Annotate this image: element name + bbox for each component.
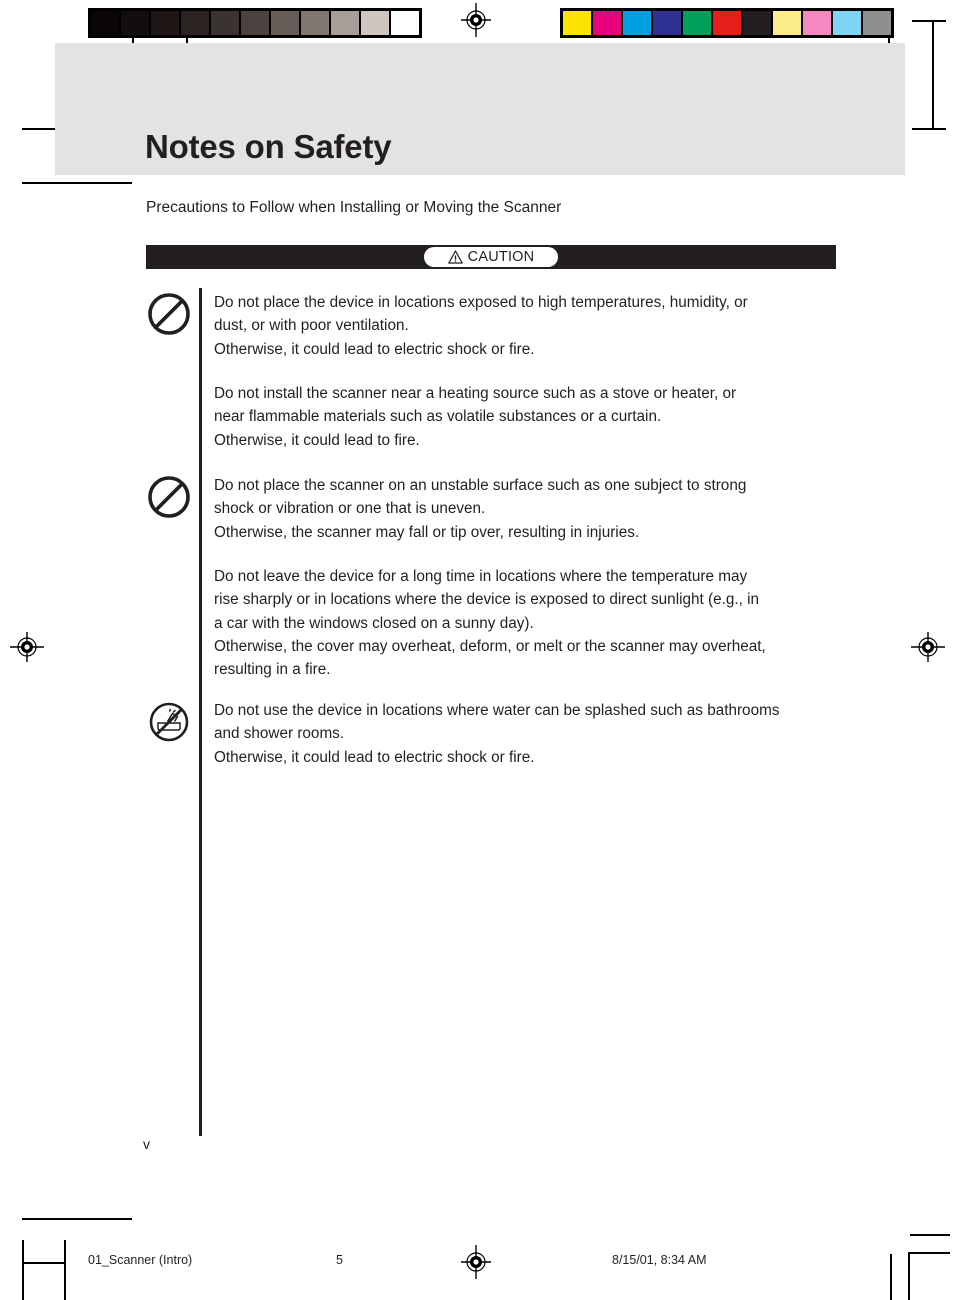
prohibition-icon <box>146 291 192 337</box>
grayscale-step-wedge <box>88 8 422 38</box>
calibration-patch <box>361 11 389 35</box>
registration-mark-right <box>911 630 945 664</box>
safety-notice: Do not install the scanner near a heatin… <box>146 382 846 452</box>
calibration-patch <box>803 11 831 35</box>
notice-line: Do not use the device in locations where… <box>214 702 780 719</box>
calibration-patch <box>653 11 681 35</box>
prohibition-icon <box>146 474 192 520</box>
notice-line: shock or vibration or one that is uneven… <box>214 500 486 518</box>
crop-mark-bottom-left-v1 <box>64 1240 66 1300</box>
color-control-patches <box>560 8 894 38</box>
scanned-manual-page: Notes on Safety Precautions to Follow wh… <box>0 0 954 1300</box>
notice-line: near flammable materials such as volatil… <box>214 408 662 426</box>
calibration-patch <box>713 11 741 35</box>
crop-mark-top-right-v2 <box>932 20 934 130</box>
calibration-patch <box>241 11 269 35</box>
notice-line: a car with the windows closed on a sunny… <box>214 614 534 632</box>
calibration-patch <box>743 11 771 35</box>
folio-page-number: v <box>143 1136 150 1152</box>
crop-mark-top-left-h2 <box>22 182 132 184</box>
calibration-patch <box>91 11 119 35</box>
crop-mark-bottom-right-v2 <box>908 1252 910 1300</box>
calibration-patch <box>563 11 591 35</box>
caution-bar: CAUTION <box>146 245 836 269</box>
calibration-patch <box>833 11 861 35</box>
notice-line: dust, or with poor ventilation. <box>214 317 409 335</box>
registration-mark-top <box>459 3 493 37</box>
notice-body: Do not place the scanner on an unstable … <box>214 474 846 544</box>
calibration-patch <box>331 11 359 35</box>
calibration-patch <box>683 11 711 35</box>
notice-line: Do not place the device in locations exp… <box>214 294 748 311</box>
registration-mark-bottom <box>459 1245 493 1279</box>
footer-page-number: 5 <box>336 1253 343 1267</box>
no-water-splash-icon <box>146 699 192 745</box>
crop-mark-bottom-left-h2 <box>22 1262 64 1264</box>
notice-line: Do not install the scanner near a heatin… <box>214 385 737 402</box>
registration-mark-left <box>10 630 44 664</box>
notice-body: Do not place the device in locations exp… <box>214 291 846 361</box>
crop-mark-bottom-right-h1 <box>910 1234 950 1236</box>
crop-mark-bottom-right-v1 <box>890 1254 892 1300</box>
notice-line: Do not leave the device for a long time … <box>214 568 748 585</box>
crop-mark-bottom-right-h2 <box>908 1252 950 1254</box>
notice-line: Otherwise, it could lead to fire. <box>214 431 420 449</box>
calibration-patch <box>271 11 299 35</box>
notice-body: Do not install the scanner near a heatin… <box>214 382 846 452</box>
footer-timestamp: 8/15/01, 8:34 AM <box>612 1253 707 1267</box>
notice-line: Otherwise, the cover may overheat, defor… <box>214 637 766 655</box>
calibration-patch <box>301 11 329 35</box>
crop-mark-top-right-h2 <box>912 128 946 130</box>
calibration-patch <box>623 11 651 35</box>
notice-line: Otherwise, it could lead to electric sho… <box>214 340 535 358</box>
calibration-patch <box>863 11 891 35</box>
notice-line: Do not place the scanner on an unstable … <box>214 477 747 494</box>
page-title: Notes on Safety <box>145 128 392 165</box>
caution-label: CAUTION <box>467 248 535 265</box>
crop-mark-bottom-left-h1 <box>22 1218 132 1220</box>
notice-line: resulting in a fire. <box>214 661 331 679</box>
calibration-patch <box>181 11 209 35</box>
calibration-patch <box>151 11 179 35</box>
warning-triangle-icon <box>447 250 463 264</box>
calibration-patch <box>211 11 239 35</box>
caution-badge: CAUTION <box>424 247 558 267</box>
crop-mark-bottom-left-v2 <box>22 1240 24 1300</box>
safety-notice: Do not place the scanner on an unstable … <box>146 474 846 544</box>
safety-notice: Do not place the device in locations exp… <box>146 291 846 361</box>
crop-mark-top-right-h1 <box>912 20 946 22</box>
safety-notice: Do not use the device in locations where… <box>146 699 846 769</box>
notice-body: Do not leave the device for a long time … <box>214 565 846 681</box>
section-subtitle: Precautions to Follow when Installing or… <box>146 199 562 216</box>
footer-filename: 01_Scanner (Intro) <box>88 1253 193 1267</box>
calibration-patch <box>773 11 801 35</box>
notice-line: Otherwise, the scanner may fall or tip o… <box>214 523 640 541</box>
notice-body: Do not use the device in locations where… <box>214 699 846 769</box>
safety-notice: Do not leave the device for a long time … <box>146 565 846 681</box>
notice-line: rise sharply or in locations where the d… <box>214 591 760 609</box>
notice-line: Otherwise, it could lead to electric sho… <box>214 748 535 766</box>
calibration-patch <box>391 11 419 35</box>
calibration-patch <box>121 11 149 35</box>
notice-line: and shower rooms. <box>214 725 345 743</box>
calibration-patch <box>593 11 621 35</box>
